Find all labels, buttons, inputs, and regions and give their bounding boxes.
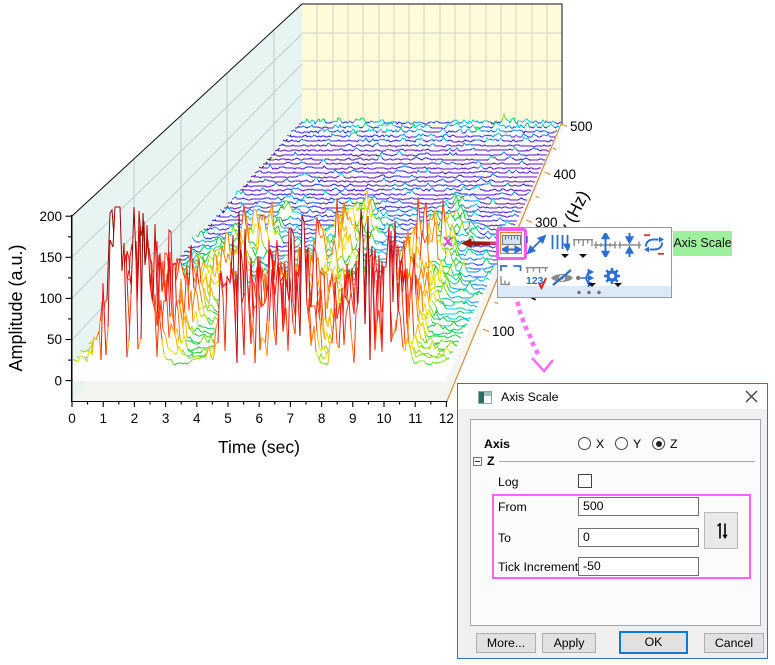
svg-text:2: 2 bbox=[131, 411, 139, 426]
svg-text:500: 500 bbox=[570, 119, 593, 134]
svg-text:400: 400 bbox=[554, 167, 577, 182]
svg-text:7: 7 bbox=[287, 411, 295, 426]
svg-text:10: 10 bbox=[376, 411, 391, 426]
svg-text:12: 12 bbox=[439, 411, 454, 426]
svg-text:100: 100 bbox=[492, 324, 515, 339]
svg-text:9: 9 bbox=[349, 411, 357, 426]
svg-text:50: 50 bbox=[47, 332, 62, 347]
svg-text:4: 4 bbox=[193, 411, 201, 426]
svg-text:11: 11 bbox=[408, 411, 422, 426]
svg-text:150: 150 bbox=[39, 250, 62, 265]
svg-text:100: 100 bbox=[39, 291, 62, 306]
svg-text:Amplitude (a.u.): Amplitude (a.u.) bbox=[6, 244, 26, 371]
svg-text:200: 200 bbox=[39, 209, 62, 224]
svg-text:0: 0 bbox=[54, 373, 62, 388]
svg-text:3: 3 bbox=[162, 411, 170, 426]
svg-text:8: 8 bbox=[318, 411, 326, 426]
svg-text:5: 5 bbox=[224, 411, 232, 426]
svg-text:Time (sec): Time (sec) bbox=[218, 437, 300, 457]
svg-text:0: 0 bbox=[68, 411, 76, 426]
svg-text:1: 1 bbox=[99, 411, 107, 426]
svg-text:6: 6 bbox=[255, 411, 263, 426]
